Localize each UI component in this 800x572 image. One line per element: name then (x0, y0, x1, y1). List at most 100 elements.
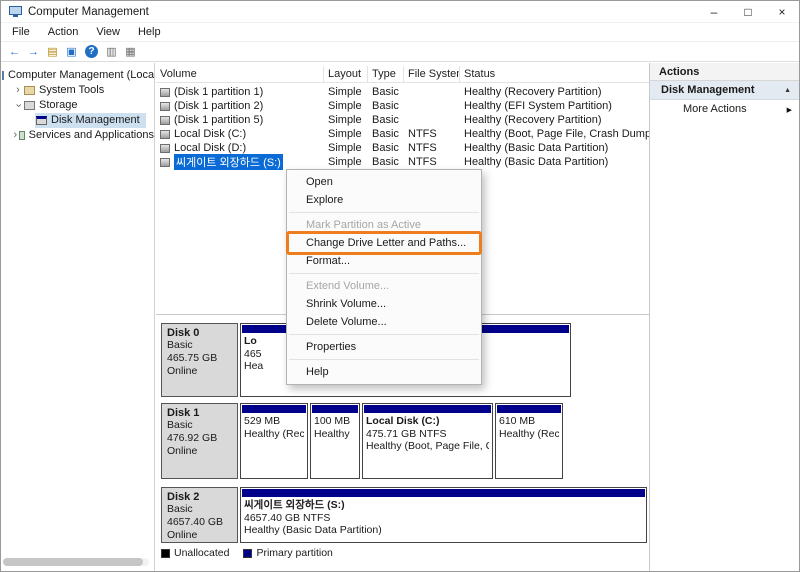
tree-item-label: Disk Management (51, 114, 140, 126)
tree-item-system-tools[interactable]: › System Tools (1, 83, 154, 98)
disk-status: Online (167, 445, 198, 457)
disk-2-row: Disk 2 Basic 4657.40 GB Online 씨게이트 외장하드… (161, 487, 647, 543)
volume-status: Healthy (Boot, Page File, Crash Dump, Ba… (464, 128, 650, 140)
volume-list-header: Volume Layout Type File System Status (156, 66, 650, 83)
volume-icon (160, 101, 170, 111)
actions-item-label: Disk Management (661, 84, 755, 96)
tree-item-label: Computer Management (Local (8, 69, 154, 81)
volume-icon (160, 129, 170, 139)
volume-type: Basic (372, 128, 399, 140)
volume-fs: NTFS (408, 142, 437, 154)
menu-item-mark-partition-active: Mark Partition as Active (306, 219, 421, 231)
column-header-layout[interactable]: Layout (324, 66, 368, 82)
primary-partition-bar (497, 405, 561, 413)
partition-title: 씨게이트 외장하드 (S:) (244, 499, 345, 511)
column-header-type[interactable]: Type (368, 66, 404, 82)
horizontal-scrollbar[interactable] (3, 558, 149, 566)
tree-item-computer-management[interactable]: Computer Management (Local (1, 68, 154, 83)
tree-item-storage[interactable]: › Storage (1, 98, 154, 113)
forward-icon[interactable]: → (25, 44, 42, 60)
volume-name: Local Disk (D:) (174, 142, 247, 154)
maximize-button[interactable]: □ (731, 1, 765, 23)
disk-0-label-tile[interactable]: Disk 0 Basic 465.75 GB Online (161, 323, 238, 397)
computer-management-window: Computer Management – □ × File Action Vi… (0, 0, 800, 572)
minimize-button[interactable]: – (697, 1, 731, 23)
tree-item-disk-management[interactable]: Disk Management (1, 113, 154, 128)
help-icon[interactable]: ? (85, 45, 98, 58)
legend-label: Unallocated (174, 547, 230, 559)
actions-panel: Actions Disk Management ▲ More Actions ▶ (649, 63, 799, 571)
collapse-arrow-icon[interactable]: ▲ (784, 81, 791, 100)
partition-status: Healthy (Boot, Page File, Cras (366, 440, 489, 452)
table-row[interactable]: (Disk 1 partition 2) Simple Basic Health… (156, 99, 650, 113)
menu-view[interactable]: View (87, 26, 129, 38)
disk-management-icon (36, 116, 47, 125)
volume-layout: Simple (328, 100, 362, 112)
partition-local-disk-c[interactable]: Local Disk (C:) 475.71 GB NTFS Healthy (… (362, 403, 493, 479)
table-row[interactable]: Local Disk (C:) Simple Basic NTFS Health… (156, 127, 650, 141)
chevron-right-icon[interactable]: › (13, 128, 18, 143)
scrollbar-thumb[interactable] (3, 558, 144, 566)
volume-icon (160, 87, 170, 97)
volume-status: Healthy (Recovery Partition) (464, 114, 602, 126)
disk-kind: Basic (167, 419, 193, 431)
disk-name: Disk 0 (167, 327, 200, 339)
chevron-down-icon[interactable]: › (11, 101, 26, 111)
tree-item-label: Services and Applications (28, 129, 154, 141)
disk-list-icon[interactable]: ▥ (103, 44, 120, 60)
menu-item-format[interactable]: Format... (287, 252, 481, 270)
menu-item-help[interactable]: Help (287, 363, 481, 381)
computer-icon (2, 71, 4, 80)
tree-item-services-applications[interactable]: › Services and Applications (1, 128, 154, 143)
actions-disk-management[interactable]: Disk Management ▲ (650, 81, 799, 100)
disk-properties-icon[interactable]: ▦ (122, 44, 139, 60)
disk-size: 476.92 GB (167, 432, 218, 444)
storage-icon (24, 101, 35, 110)
disk-name: Disk 1 (167, 407, 200, 419)
back-icon[interactable]: ← (6, 44, 23, 60)
table-row[interactable]: Local Disk (D:) Simple Basic NTFS Health… (156, 141, 650, 155)
chevron-right-icon[interactable]: › (13, 83, 23, 98)
menubar: File Action View Help (1, 23, 799, 41)
partition-efi-100mb[interactable]: 100 MB Healthy (310, 403, 360, 479)
menu-action[interactable]: Action (39, 26, 88, 38)
column-header-volume[interactable]: Volume (156, 66, 324, 82)
column-header-file-system[interactable]: File System (404, 66, 460, 82)
menu-item-delete-volume[interactable]: Delete Volume... (287, 313, 481, 331)
partition-recovery-529mb[interactable]: 529 MB Healthy (Rec (240, 403, 308, 479)
volume-status: Healthy (Basic Data Partition) (464, 142, 609, 154)
volume-layout: Simple (328, 156, 362, 168)
console-tree-icon[interactable]: ▤ (44, 44, 61, 60)
disk-size: 4657.40 GB (167, 516, 224, 528)
column-header-status[interactable]: Status (460, 66, 650, 82)
menu-item-shrink-volume[interactable]: Shrink Volume... (287, 295, 481, 313)
disk-status: Online (167, 365, 198, 377)
close-button[interactable]: × (765, 1, 799, 23)
partition-status: Healthy (Rec (499, 427, 559, 440)
volume-rows: (Disk 1 partition 1) Simple Basic Health… (156, 85, 650, 170)
volume-icon (160, 143, 170, 153)
table-row[interactable]: (Disk 1 partition 5) Simple Basic Health… (156, 113, 650, 127)
partition-title: 610 MB (499, 415, 536, 427)
volume-name: (Disk 1 partition 1) (174, 86, 264, 98)
window-controls: – □ × (697, 1, 799, 23)
menu-help[interactable]: Help (129, 26, 170, 38)
menu-item-change-drive-letter[interactable]: Change Drive Letter and Paths... (286, 231, 482, 255)
disk-2-label-tile[interactable]: Disk 2 Basic 4657.40 GB Online (161, 487, 238, 543)
table-row-selected[interactable]: 씨게이트 외장하드 (S:) Simple Basic NTFS Healthy… (156, 154, 650, 170)
partition-recovery-610mb[interactable]: 610 MB Healthy (Rec (495, 403, 563, 479)
table-row[interactable]: (Disk 1 partition 1) Simple Basic Health… (156, 85, 650, 99)
partition-seagate-external-s[interactable]: 씨게이트 외장하드 (S:) 4657.40 GB NTFS Healthy (… (240, 487, 647, 543)
disk-1-label-tile[interactable]: Disk 1 Basic 476.92 GB Online (161, 403, 238, 479)
menu-item-properties[interactable]: Properties (287, 338, 481, 356)
volume-type: Basic (372, 100, 399, 112)
menu-file[interactable]: File (3, 26, 39, 38)
menu-item-explore[interactable]: Explore (287, 191, 481, 209)
volume-status: Healthy (Recovery Partition) (464, 86, 602, 98)
context-menu: Open Explore Mark Partition as Active Ch… (286, 169, 482, 385)
app-icon (9, 6, 22, 17)
window-icon[interactable]: ▣ (63, 44, 80, 60)
menu-item-extend-volume: Extend Volume... (306, 280, 390, 292)
menu-item-open[interactable]: Open (287, 173, 481, 191)
actions-more-actions[interactable]: More Actions ▶ (650, 100, 799, 119)
